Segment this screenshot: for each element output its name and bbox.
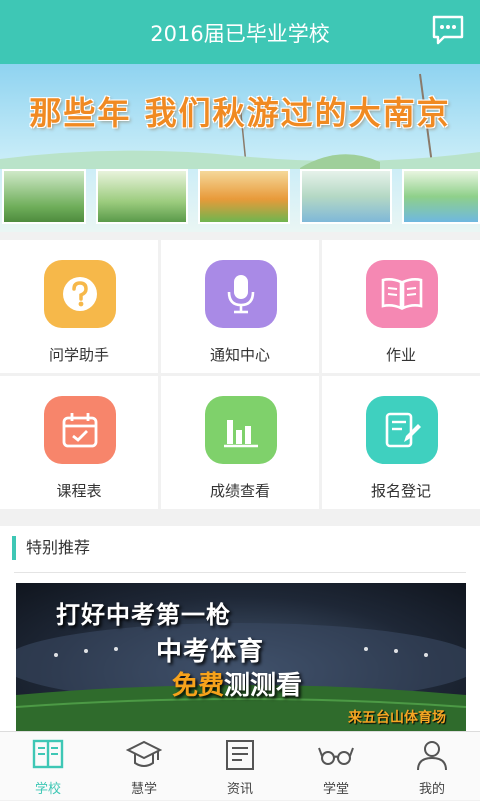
banner-scene-1 [2, 169, 86, 224]
promo-line-1: 打好中考第一枪 [56, 601, 231, 629]
tab-profile[interactable]: 我的 [384, 732, 480, 801]
section-divider [14, 572, 466, 573]
tab-classroom[interactable]: 学堂 [288, 732, 384, 801]
tab-label: 资讯 [226, 782, 253, 797]
page-title: 2016届已毕业学校 [150, 22, 330, 46]
message-button[interactable] [430, 12, 466, 48]
promo-venue: 来五台山体育场 [348, 710, 446, 726]
recommend-section: 特别推荐 打好中考第一枪 中考体育 免费测测看 来五台山体育场 [0, 526, 480, 731]
promo-banner[interactable]: 打好中考第一枪 中考体育 免费测测看 来五台山体育场 [16, 583, 466, 731]
tab-label: 我的 [418, 782, 445, 797]
question-icon [44, 260, 116, 328]
banner-scene-4 [300, 169, 392, 224]
bottom-tab-bar: 学校 慧学 资讯 学堂 我的 [0, 731, 480, 800]
user-icon [417, 741, 447, 771]
tab-news[interactable]: 资讯 [192, 732, 288, 801]
grid-item-registration[interactable]: 报名登记 [322, 376, 480, 509]
tab-smart-learning[interactable]: 慧学 [96, 732, 192, 801]
school-book-icon [32, 739, 64, 769]
banner-scene-3 [198, 169, 290, 224]
book-icon [366, 260, 438, 328]
banner-headline: 那些年 我们秋游过的大南京 [29, 94, 451, 132]
form-edit-icon [366, 396, 438, 464]
grid-item-label: 报名登记 [370, 482, 431, 500]
tab-label: 学堂 [322, 782, 349, 797]
microphone-icon [205, 260, 277, 328]
grid-item-notice-center[interactable]: 通知中心 [161, 240, 319, 373]
tab-label: 学校 [34, 782, 61, 797]
news-icon [226, 740, 254, 770]
section-title: 特别推荐 [12, 536, 90, 560]
calendar-icon [44, 396, 116, 464]
grid-item-homework[interactable]: 作业 [322, 240, 480, 373]
tab-label: 慧学 [130, 782, 157, 797]
app-header: 2016届已毕业学校 [0, 0, 480, 64]
tab-school[interactable]: 学校 [0, 732, 96, 801]
glasses-icon [318, 747, 354, 765]
promo-line-2: 中考体育 [156, 637, 265, 667]
promo-line-3-rest: 测测看 [224, 671, 303, 701]
grid-item-label: 课程表 [56, 482, 102, 500]
promo-highlight: 免费 [172, 671, 225, 701]
promo-line-3: 免费测测看 [172, 665, 302, 702]
grid-item-ask-assistant[interactable]: 问学助手 [0, 240, 158, 373]
feature-grid: 问学助手 通知中心 作业 课程表 成绩查看 报名登记 [0, 240, 480, 510]
grid-item-label: 通知中心 [209, 346, 270, 364]
grid-item-grades[interactable]: 成绩查看 [161, 376, 319, 509]
graduation-cap-icon [126, 740, 162, 767]
chat-bubble-icon [432, 15, 464, 45]
grid-item-timetable[interactable]: 课程表 [0, 376, 158, 509]
banner-scene-2 [96, 169, 188, 224]
bar-chart-icon [205, 396, 277, 464]
grid-item-label: 成绩查看 [209, 482, 270, 500]
grid-item-label: 作业 [385, 346, 416, 364]
banner-scene-5 [402, 169, 480, 224]
banner-carousel[interactable]: 那些年 我们秋游过的大南京 [0, 64, 480, 232]
grid-item-label: 问学助手 [48, 346, 109, 364]
